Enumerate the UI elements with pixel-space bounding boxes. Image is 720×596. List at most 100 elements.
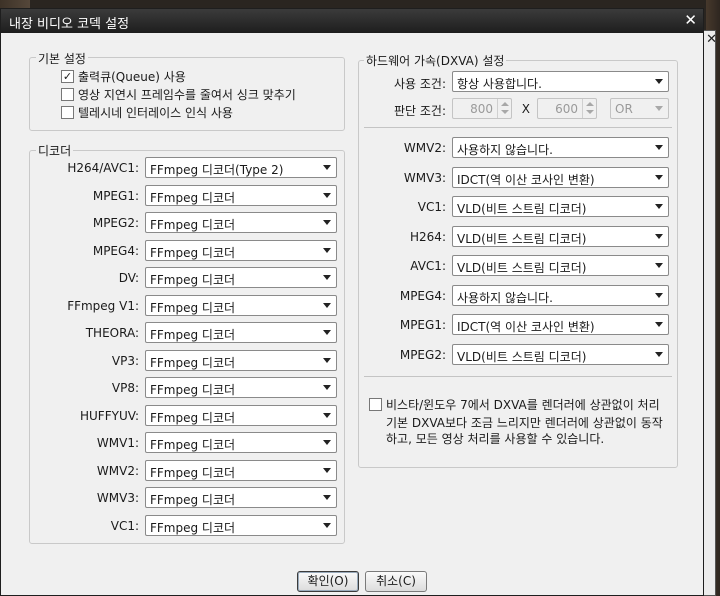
basic-option-checkbox[interactable] bbox=[61, 87, 74, 101]
decoder-select-vp3-value: FFmpeg 디코더 bbox=[150, 355, 236, 370]
decoder-select-mpeg2-value: FFmpeg 디코더 bbox=[150, 218, 236, 232]
decoder-select-wmv3-value: FFmpeg 디코더 bbox=[150, 493, 236, 507]
decoder-select-mpeg4-value: FFmpeg 디코더 bbox=[150, 245, 236, 260]
decoder-label-vp3: VP3: bbox=[111, 353, 139, 368]
decoder-select-vp8[interactable]: FFmpeg 디코더 bbox=[145, 377, 337, 398]
decoder-group bbox=[29, 150, 345, 544]
dxva-select-wmv3-value: IDCT(역 이산 코사인 변환) bbox=[457, 172, 595, 187]
dxva-select-wmv3[interactable]: IDCT(역 이산 코사인 변환) bbox=[452, 166, 669, 188]
dxva-label-mpeg2: MPEG2: bbox=[399, 347, 446, 362]
dxva-label-wmv2: WMV2: bbox=[403, 141, 446, 155]
renderer-independent-label: 비스타/윈도우 7에서 DXVA를 렌더러에 상관없이 처리 bbox=[386, 397, 660, 412]
dxva-separator-bottom bbox=[364, 376, 672, 377]
decoder-select-wmv1-value: FFmpeg 디코더 bbox=[150, 438, 236, 452]
chevron-down-icon bbox=[323, 247, 331, 253]
logic-select[interactable]: OR bbox=[610, 98, 669, 119]
decoder-select-wmv1[interactable]: FFmpeg 디코더 bbox=[145, 432, 337, 453]
decoder-select-vc1[interactable]: FFmpeg 디코더 bbox=[145, 514, 337, 536]
decoder-select-mpeg4[interactable]: FFmpeg 디코더 bbox=[145, 239, 337, 261]
chevron-down-icon bbox=[323, 467, 331, 473]
chevron-down-icon bbox=[323, 495, 331, 500]
dxva-select-h264[interactable]: VLD(비트 스트림 디코더) bbox=[452, 225, 669, 247]
dxva-select-mpeg4[interactable]: 사용하지 않습니다. bbox=[452, 284, 669, 306]
decoder-select-ffmpeg-v1[interactable]: FFmpeg 디코더 bbox=[145, 294, 337, 316]
decoder-select-h264-avc1[interactable]: FFmpeg 디코더(Type 2) bbox=[145, 157, 337, 178]
logic-value: OR bbox=[615, 102, 633, 116]
decoder-select-theora-value: FFmpeg 디코더 bbox=[150, 328, 236, 342]
dxva-select-mpeg2[interactable]: VLD(비트 스트림 디코더) bbox=[452, 343, 669, 365]
renderer-independent-dxva-option[interactable]: 비스타/윈도우 7에서 DXVA를 렌더러에 상관없이 처리 bbox=[369, 396, 660, 412]
background-window-close-icon[interactable]: ✕ bbox=[706, 32, 717, 47]
decoder-label-wmv2: WMV2: bbox=[96, 463, 139, 478]
dxva-select-mpeg2-value: VLD(비트 스트림 디코더) bbox=[457, 349, 587, 364]
dxva-select-mpeg4-value: 사용하지 않습니다. bbox=[457, 290, 553, 305]
basic-option-3[interactable]: 텔레시네 인터레이스 인식 사용 bbox=[61, 104, 233, 120]
decoder-select-mpeg2[interactable]: FFmpeg 디코더 bbox=[145, 212, 337, 233]
dxva-label-wmv3: WMV3: bbox=[403, 170, 446, 185]
cancel-button[interactable]: 취소(C) bbox=[365, 571, 427, 592]
dxva-select-vc1[interactable]: VLD(비트 스트림 디코더) bbox=[452, 196, 669, 217]
dxva-select-mpeg1[interactable]: IDCT(역 이산 코사인 변환) bbox=[452, 314, 669, 335]
chevron-down-icon bbox=[655, 106, 663, 111]
chevron-down-icon bbox=[323, 275, 331, 280]
chevron-down-icon bbox=[655, 204, 663, 209]
width-spinner-arrows[interactable] bbox=[497, 99, 511, 118]
height-value: 600 bbox=[555, 102, 578, 116]
decoder-label-theora: THEORA: bbox=[85, 326, 139, 340]
basic-option-checkbox[interactable] bbox=[61, 105, 74, 119]
basic-option-label: 출력큐(Queue) 사용 bbox=[78, 69, 186, 84]
use-condition-value: 항상 사용합니다. bbox=[457, 77, 542, 91]
basic-option-checkbox[interactable]: ✓ bbox=[61, 69, 74, 83]
chevron-down-icon bbox=[323, 522, 331, 528]
dxva-label-mpeg1: MPEG1: bbox=[399, 318, 446, 332]
use-condition-select[interactable]: 항상 사용합니다. bbox=[452, 71, 669, 92]
codec-settings-dialog: 내장 비디오 코덱 설정 ✕ 기본 설정 ✓ 출력큐(Queue) 사용영상 지연… bbox=[0, 8, 704, 596]
decoder-select-theora[interactable]: FFmpeg 디코더 bbox=[145, 322, 337, 343]
height-spinner[interactable]: 600 bbox=[537, 98, 597, 119]
judge-condition-label: 판단 조건: bbox=[393, 104, 446, 118]
decoder-label-mpeg4: MPEG4: bbox=[92, 243, 139, 258]
use-condition-label: 사용 조건: bbox=[393, 77, 446, 91]
chevron-down-icon bbox=[655, 263, 663, 268]
decoder-select-wmv2[interactable]: FFmpeg 디코더 bbox=[145, 459, 337, 481]
height-spinner-arrows[interactable] bbox=[582, 99, 596, 118]
decoder-select-dv[interactable]: FFmpeg 디코더 bbox=[145, 267, 337, 288]
decoder-select-huffyuv[interactable]: FFmpeg 디코더 bbox=[145, 404, 337, 426]
dxva-label-mpeg4: MPEG4: bbox=[399, 288, 446, 303]
basic-option-1[interactable]: ✓ 출력큐(Queue) 사용 bbox=[61, 68, 186, 84]
chevron-down-icon bbox=[323, 165, 331, 170]
decoder-select-wmv3[interactable]: FFmpeg 디코더 bbox=[145, 487, 337, 508]
dxva-legend: 하드웨어 가속(DXVA) 설정 bbox=[364, 52, 507, 69]
decoder-select-wmv2-value: FFmpeg 디코더 bbox=[150, 465, 236, 480]
decoder-select-huffyuv-value: FFmpeg 디코더 bbox=[150, 410, 236, 425]
chevron-down-icon bbox=[323, 330, 331, 335]
chevron-down-icon bbox=[323, 357, 331, 363]
decoder-legend: 디코더 bbox=[36, 142, 74, 159]
dxva-select-wmv2[interactable]: 사용하지 않습니다. bbox=[452, 137, 669, 158]
chevron-down-icon bbox=[323, 302, 331, 308]
close-icon[interactable]: ✕ bbox=[684, 11, 697, 29]
decoder-label-mpeg1: MPEG1: bbox=[92, 188, 139, 203]
decoder-select-vp8-value: FFmpeg 디코더 bbox=[150, 383, 236, 397]
chevron-down-icon bbox=[323, 192, 331, 198]
ok-button[interactable]: 확인(O) bbox=[297, 571, 359, 592]
basic-option-label: 영상 지연시 프레임수를 줄여서 싱크 맞추기 bbox=[78, 87, 296, 102]
decoder-label-dv: DV: bbox=[118, 271, 139, 285]
renderer-independent-checkbox[interactable] bbox=[369, 397, 382, 411]
basic-option-2[interactable]: 영상 지연시 프레임수를 줄여서 싱크 맞추기 bbox=[61, 86, 296, 102]
decoder-label-wmv3: WMV3: bbox=[96, 491, 139, 505]
chevron-down-icon bbox=[655, 145, 663, 150]
decoder-label-ffmpeg-v1: FFmpeg V1: bbox=[67, 298, 139, 313]
decoder-label-vc1: VC1: bbox=[110, 518, 139, 533]
basic-settings-legend: 기본 설정 bbox=[36, 50, 88, 67]
dxva-separator-top bbox=[364, 127, 672, 128]
dxva-select-avc1[interactable]: VLD(비트 스트림 디코더) bbox=[452, 255, 669, 276]
decoder-select-mpeg1-value: FFmpeg 디코더 bbox=[150, 190, 236, 205]
spin-up-icon bbox=[501, 102, 509, 106]
dxva-select-vc1-value: VLD(비트 스트림 디코더) bbox=[457, 202, 587, 216]
decoder-select-mpeg1[interactable]: FFmpeg 디코더 bbox=[145, 184, 337, 206]
title-bar: 내장 비디오 코덱 설정 ✕ bbox=[1, 9, 703, 33]
spin-down-icon bbox=[501, 110, 509, 114]
decoder-select-vp3[interactable]: FFmpeg 디코더 bbox=[145, 349, 337, 371]
width-spinner[interactable]: 800 bbox=[452, 98, 512, 119]
